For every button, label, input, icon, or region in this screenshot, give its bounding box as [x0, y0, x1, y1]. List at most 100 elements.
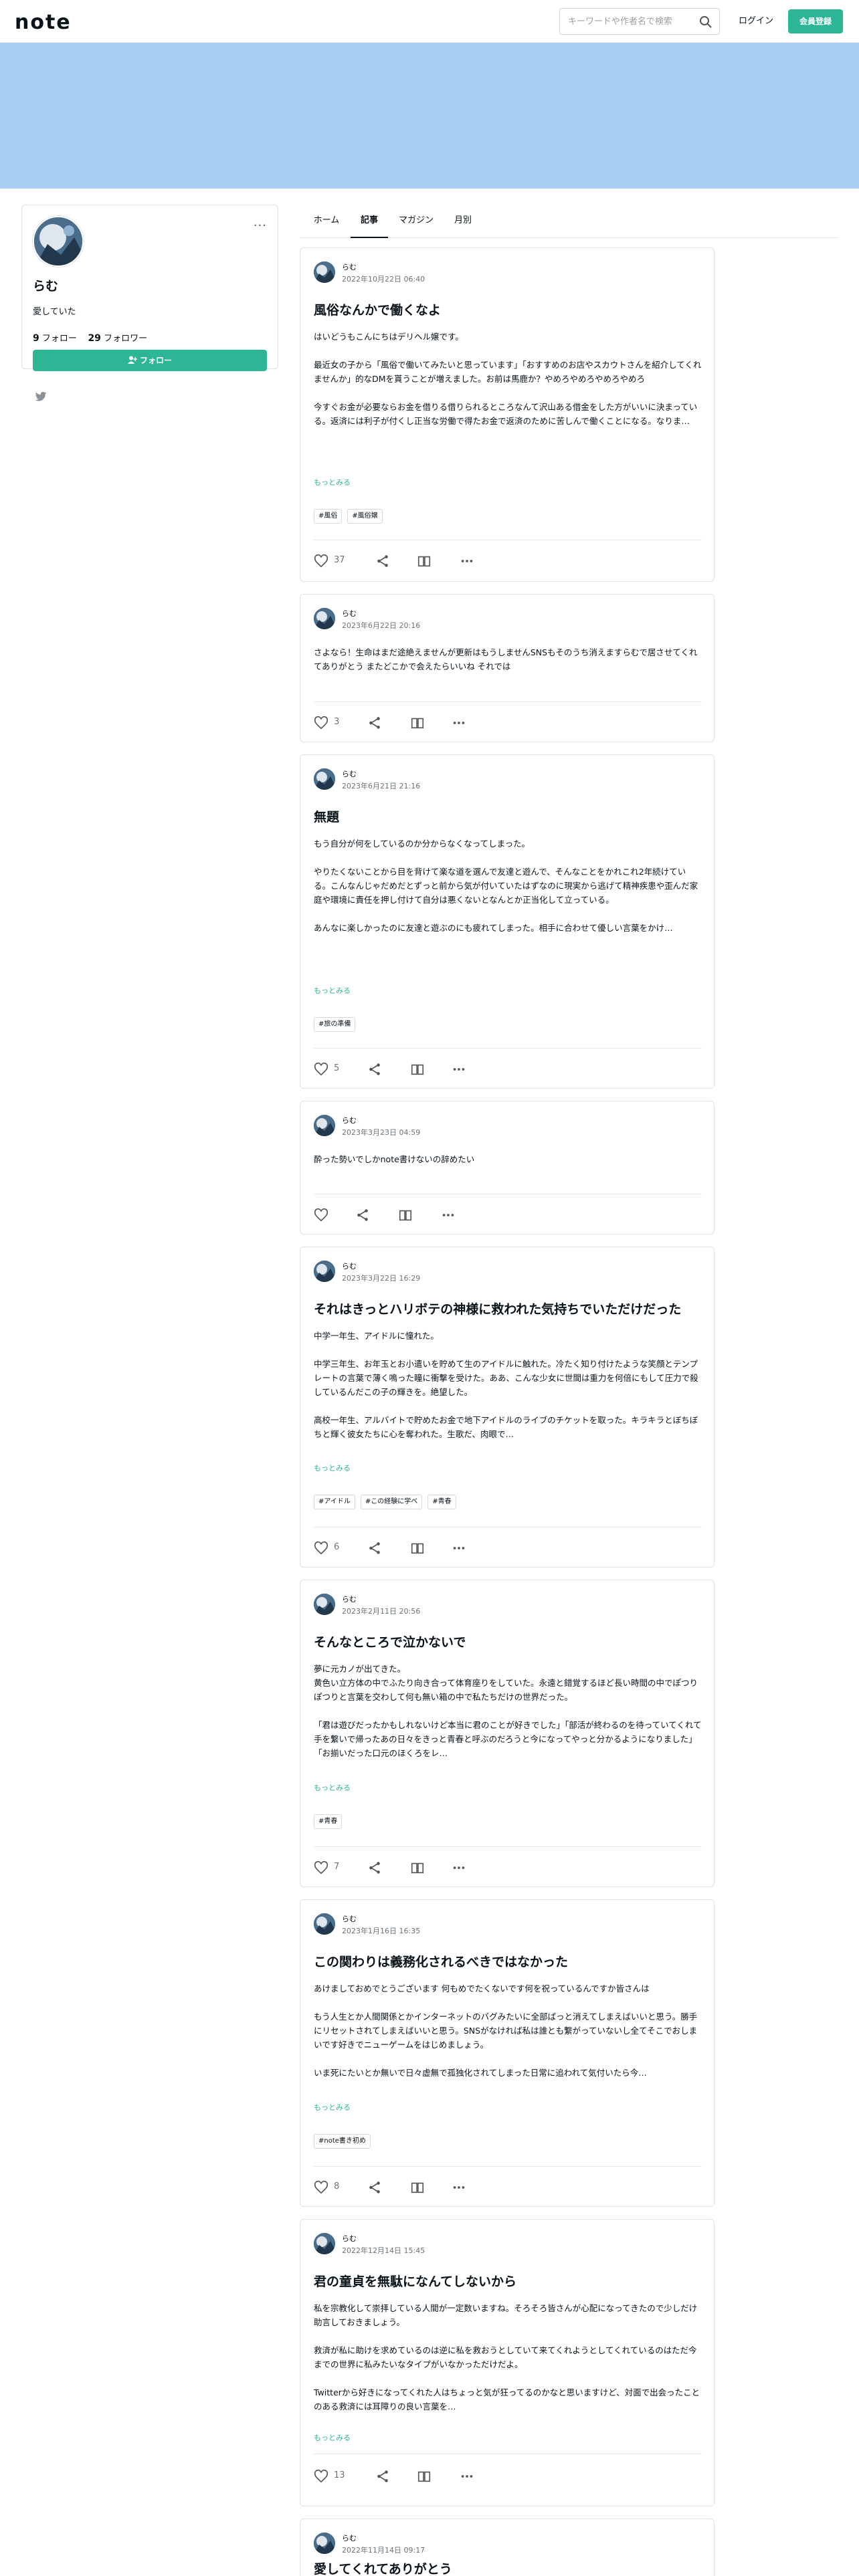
share-icon[interactable]	[375, 2468, 390, 2484]
post-card[interactable]: らむ 2023年6月21日 21:16 無題 もう自分が何をしているのか分からな…	[300, 754, 714, 1089]
follow-button[interactable]: フォロー	[33, 350, 267, 371]
more-options-icon[interactable]	[452, 1860, 466, 1876]
follow-label: フォロー	[139, 356, 172, 365]
magazine-add-icon[interactable]	[410, 2179, 425, 2195]
share-icon[interactable]	[375, 553, 390, 569]
post-card[interactable]: らむ 2022年11月14日 09:17 愛してくれてありがとう	[300, 2518, 714, 2576]
magazine-add-icon[interactable]	[417, 2468, 432, 2484]
magazine-add-icon[interactable]	[417, 553, 432, 569]
search-input[interactable]	[560, 9, 694, 34]
twitter-icon[interactable]	[34, 390, 47, 403]
author-avatar[interactable]	[314, 2533, 335, 2554]
post-title[interactable]: 愛してくれてありがとう	[314, 2559, 452, 2576]
hashtag[interactable]: #風俗嬢	[347, 509, 383, 524]
author-avatar[interactable]	[314, 1594, 335, 1615]
author-avatar[interactable]	[314, 2233, 335, 2254]
heart-icon[interactable]	[314, 1540, 328, 1556]
tab-monthly[interactable]: 月別	[444, 209, 482, 238]
post-title[interactable]: それはきっとハリボテの神様に救われた気持ちでいただけだった	[314, 1299, 681, 1317]
read-more-link[interactable]: もっとみる	[314, 2102, 351, 2113]
more-options-icon[interactable]	[460, 2468, 474, 2484]
post-card[interactable]: らむ 2022年10月22日 06:40 風俗なんかで働くなよ はいどうもこんに…	[300, 247, 714, 582]
post-author[interactable]: らむ	[342, 1594, 357, 1604]
post-author[interactable]: らむ	[342, 1913, 357, 1924]
hashtag[interactable]: #旅の準備	[314, 1017, 356, 1032]
author-avatar[interactable]	[314, 768, 335, 790]
share-icon[interactable]	[367, 715, 382, 731]
post-author[interactable]: らむ	[342, 2533, 357, 2543]
read-more-link[interactable]: もっとみる	[314, 477, 351, 488]
heart-icon[interactable]	[314, 715, 328, 731]
post-author[interactable]: らむ	[342, 768, 357, 779]
author-avatar[interactable]	[314, 1913, 335, 1935]
more-options-icon[interactable]	[452, 2179, 466, 2195]
search-icon[interactable]	[699, 15, 712, 29]
hashtag[interactable]: #この経験に学べ	[360, 1495, 423, 1509]
hashtag[interactable]: #note書き初め	[314, 2134, 371, 2149]
post-author[interactable]: らむ	[342, 2233, 357, 2244]
hashtag[interactable]: #青春	[427, 1495, 456, 1509]
post-date: 2022年11月14日 09:17	[342, 2546, 425, 2555]
more-options-icon[interactable]	[441, 1207, 456, 1223]
read-more-link[interactable]: もっとみる	[314, 1463, 351, 1473]
heart-icon[interactable]	[314, 2179, 328, 2195]
read-more-link[interactable]: もっとみる	[314, 1782, 351, 1793]
magazine-add-icon[interactable]	[410, 1540, 425, 1556]
heart-icon[interactable]	[314, 1860, 328, 1876]
hashtag[interactable]: #風俗	[314, 509, 343, 524]
heart-icon[interactable]	[314, 553, 328, 569]
post-author[interactable]: らむ	[342, 261, 357, 272]
signup-button[interactable]: 会員登録	[788, 9, 843, 33]
author-avatar[interactable]	[314, 261, 335, 283]
login-button[interactable]: ログイン	[729, 8, 783, 35]
followers-link[interactable]: 29 フォロワー	[88, 333, 147, 344]
more-options-icon[interactable]	[460, 553, 474, 569]
search-box[interactable]	[559, 8, 720, 35]
magazine-add-icon[interactable]	[410, 1860, 425, 1876]
post-title[interactable]: 風俗なんかで働くなよ	[314, 300, 441, 318]
more-options-icon[interactable]	[452, 1540, 466, 1556]
heart-icon[interactable]	[314, 1061, 328, 1077]
read-more-link[interactable]: もっとみる	[314, 2432, 351, 2443]
hashtag[interactable]: #アイドル	[314, 1495, 355, 1509]
post-excerpt: はいどうもこんにちはデリヘル嬢です。 最近女の子から「風俗で働いてみたいと思って…	[314, 332, 702, 426]
post-card[interactable]: らむ 2023年6月22日 20:16 さよなら！生命はまだ途絶えませんが更新は…	[300, 594, 714, 742]
post-title[interactable]: 無題	[314, 807, 339, 825]
read-more-link[interactable]: もっとみる	[314, 985, 351, 996]
tab-articles[interactable]: 記事	[351, 209, 388, 238]
author-avatar[interactable]	[314, 1261, 335, 1282]
post-title[interactable]: 君の童貞を無駄になんてしないから	[314, 2272, 516, 2290]
post-title[interactable]: この関わりは義務化されるべきではなかった	[314, 1952, 568, 1970]
hashtag[interactable]: #青春	[314, 1814, 343, 1829]
following-link[interactable]: 9 フォロー	[33, 333, 77, 344]
post-card[interactable]: らむ 2023年3月22日 16:29 それはきっとハリボテの神様に救われた気持…	[300, 1247, 714, 1568]
magazine-add-icon[interactable]	[398, 1207, 413, 1223]
tab-magazine[interactable]: マガジン	[392, 209, 440, 238]
post-card[interactable]: らむ 2023年3月23日 04:59 酔った勢いでしかnote書けないの辞めた…	[300, 1101, 714, 1235]
post-card[interactable]: らむ 2023年2月11日 20:56 そんなところで泣かないで 夢に元カノが出…	[300, 1580, 714, 1887]
share-icon[interactable]	[367, 1061, 382, 1077]
post-author[interactable]: らむ	[342, 608, 357, 619]
post-title[interactable]: そんなところで泣かないで	[314, 1632, 466, 1650]
post-card[interactable]: らむ 2022年12月14日 15:45 君の童貞を無駄になんてしないから 私を…	[300, 2219, 714, 2506]
magazine-add-icon[interactable]	[410, 1061, 425, 1077]
author-avatar[interactable]	[314, 608, 335, 629]
heart-icon[interactable]	[314, 2468, 328, 2484]
share-icon[interactable]	[367, 1860, 382, 1876]
post-author[interactable]: らむ	[342, 1115, 357, 1125]
post-author[interactable]: らむ	[342, 1261, 357, 1271]
share-icon[interactable]	[367, 1540, 382, 1556]
author-avatar[interactable]	[314, 1115, 335, 1136]
heart-icon[interactable]	[314, 1207, 328, 1223]
share-icon[interactable]	[367, 2179, 382, 2195]
avatar[interactable]	[33, 216, 84, 267]
magazine-add-icon[interactable]	[410, 715, 425, 731]
post-card[interactable]: らむ 2023年1月16日 16:35 この関わりは義務化されるべきではなかった…	[300, 1899, 714, 2207]
note-logo[interactable]: note	[15, 11, 72, 34]
share-icon[interactable]	[355, 1207, 370, 1223]
tab-home[interactable]: ホーム	[308, 209, 345, 238]
more-options-icon[interactable]	[452, 715, 466, 731]
post-date: 2023年1月16日 16:35	[342, 1927, 421, 1935]
more-options-icon[interactable]	[452, 1061, 466, 1077]
profile-menu-icon[interactable]: ···	[254, 219, 267, 233]
